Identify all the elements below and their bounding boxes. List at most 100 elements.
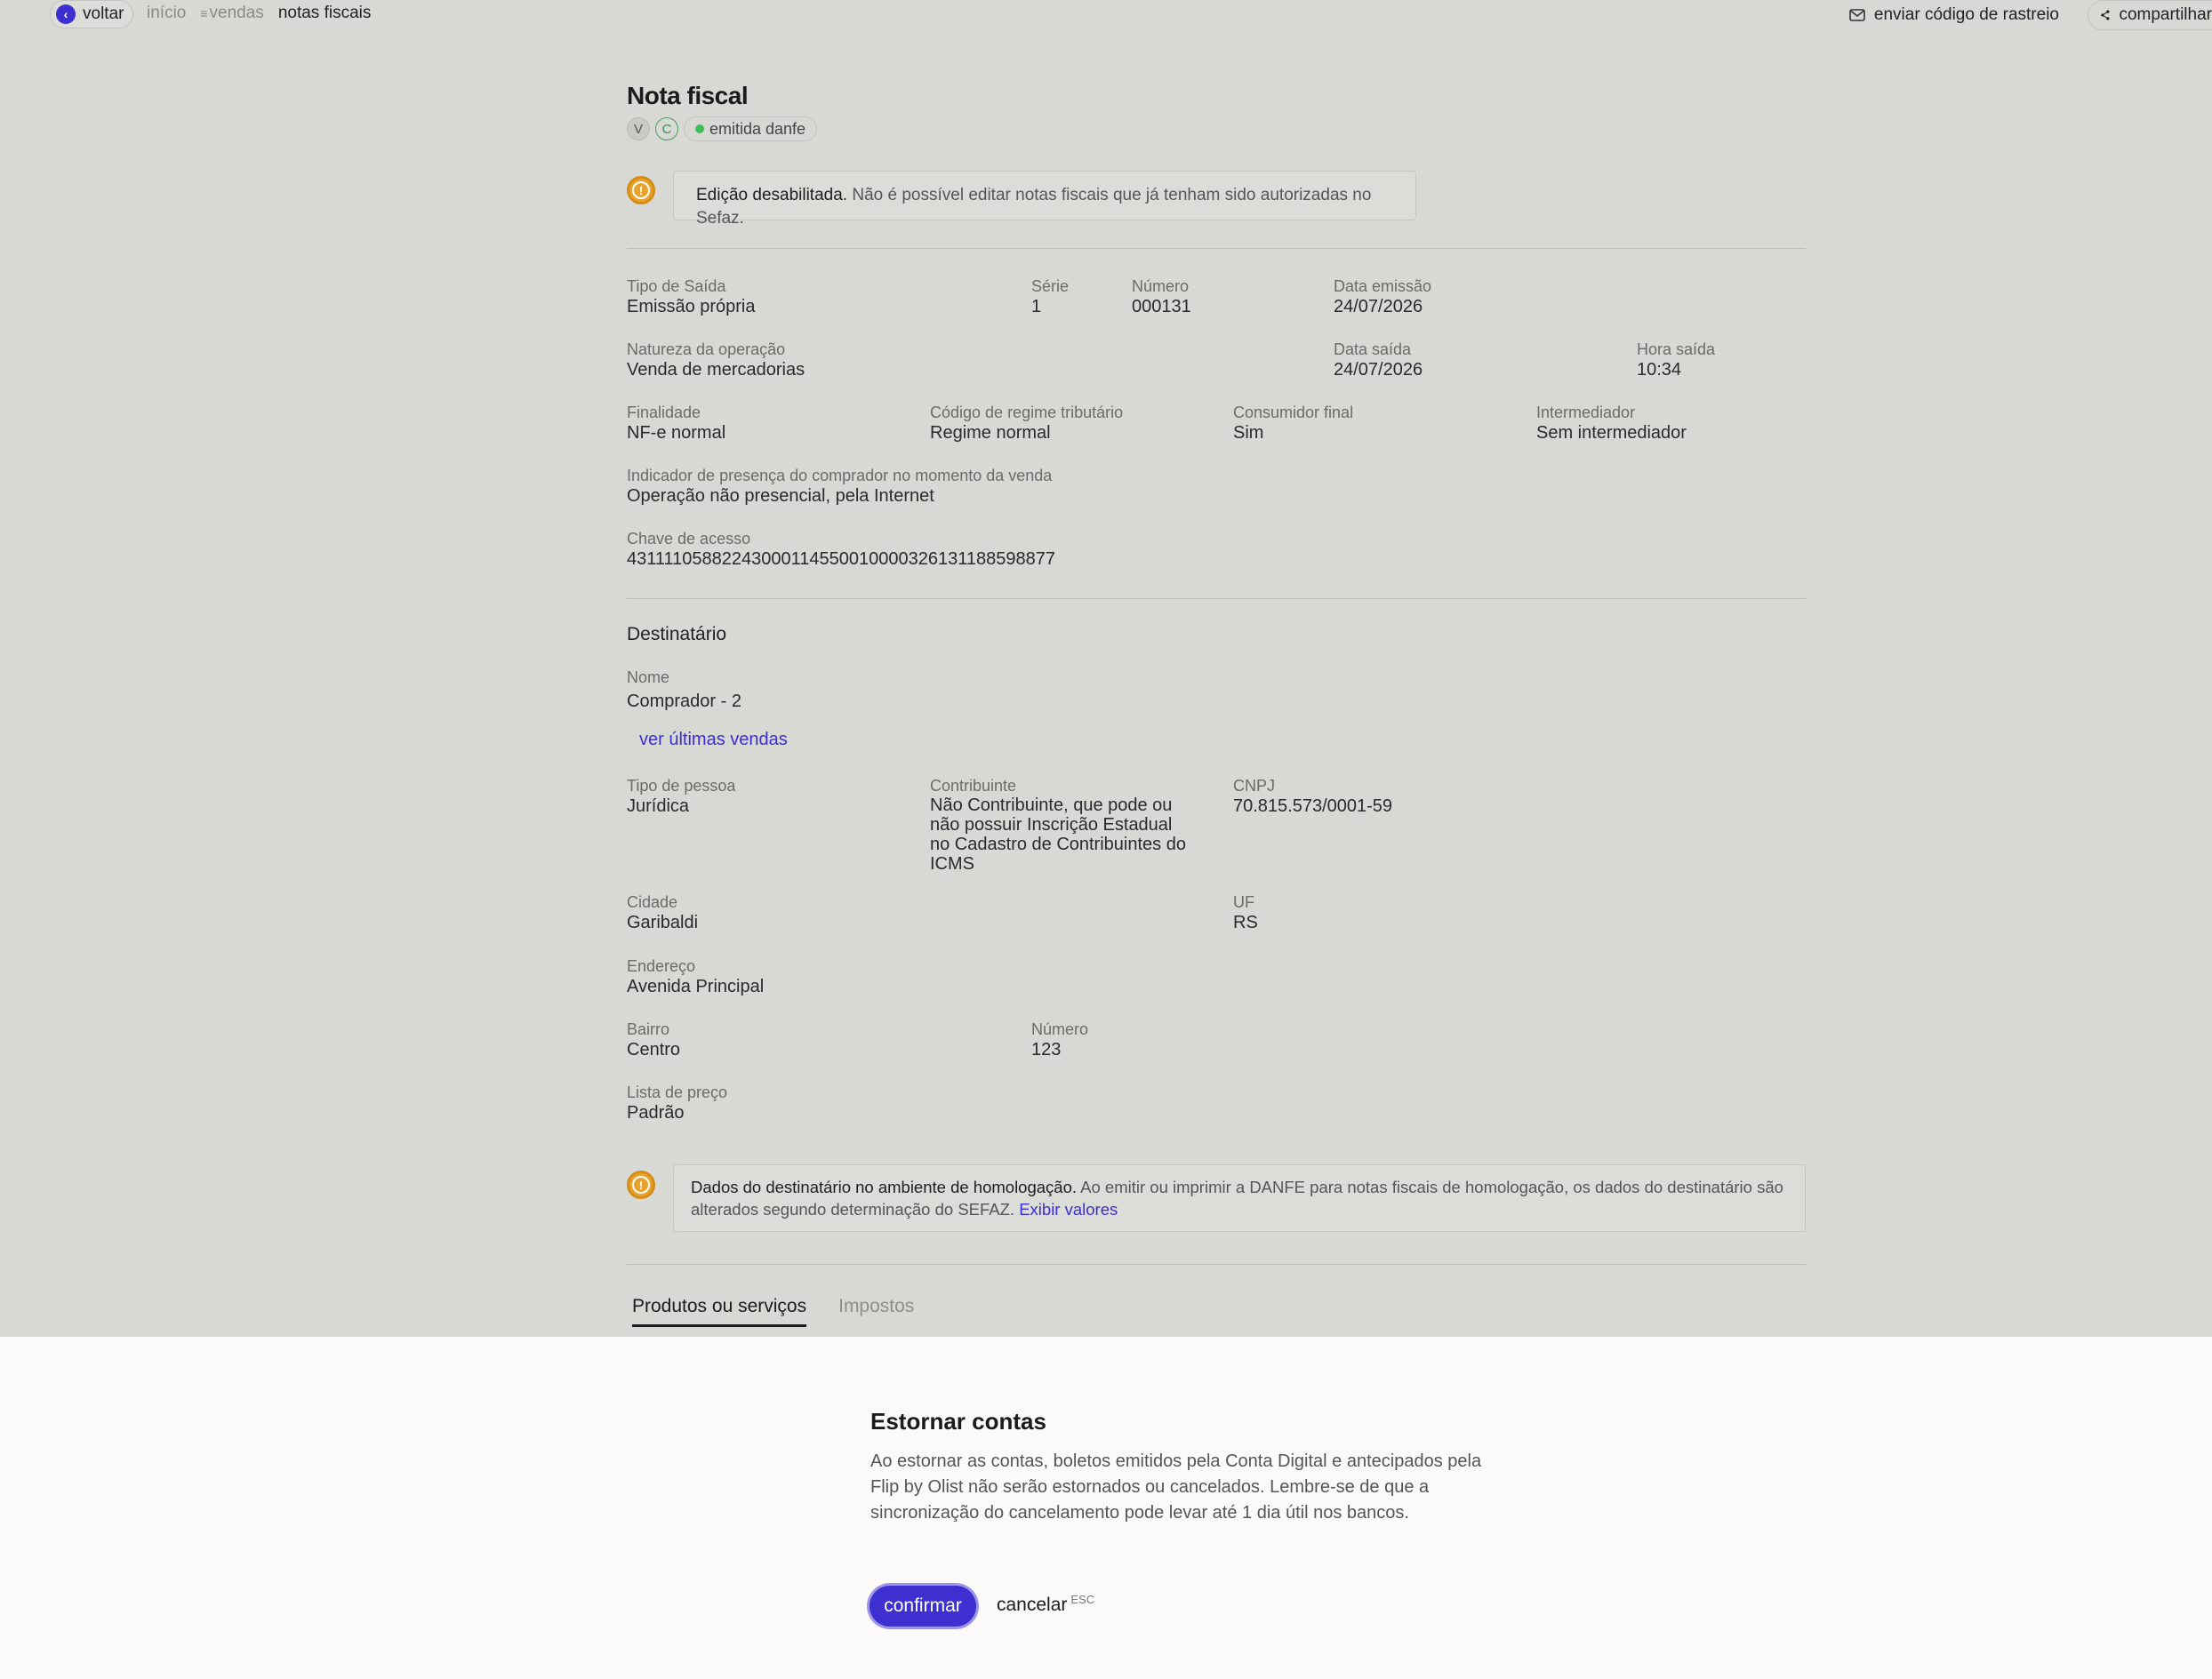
field-label: Consumidor final (1233, 404, 1354, 421)
field-contribuinte: Contribuinte Não Contribuinte, que pode … (930, 776, 1197, 874)
field-label: Código de regime tributário (930, 404, 1124, 421)
field-presenca: Indicador de presença do comprador no mo… (627, 466, 1052, 507)
chevron-left-icon: ‹ (56, 4, 76, 24)
cancel-button[interactable]: cancelar ESC (997, 1593, 1095, 1616)
field-label: Lista de preço (627, 1083, 728, 1101)
dialog-message: Ao estornar as contas, boletos emitidos … (870, 1451, 1482, 1523)
divider (627, 1264, 1806, 1265)
field-value: Emissão própria (627, 297, 756, 316)
back-label: voltar (83, 4, 124, 23)
field-tipo-saida: Tipo de Saída Emissão própria (627, 276, 756, 317)
dialog-title: Estornar contas (870, 1408, 1046, 1435)
field-finalidade: Finalidade NF-e normal (627, 403, 725, 444)
field-label: Finalidade (627, 404, 701, 421)
check-badge: C (655, 117, 678, 140)
field-label: Data saída (1334, 340, 1412, 358)
field-intermediador: Intermediador Sem intermediador (1536, 403, 1687, 444)
field-uf: UF RS (1233, 892, 1258, 933)
field-label: Tipo de pessoa (627, 777, 736, 795)
field-label: Chave de acesso (627, 530, 751, 548)
field-label: Número (1132, 277, 1190, 295)
field-value: Comprador - 2 (627, 692, 741, 711)
field-label: Data emissão (1334, 277, 1432, 295)
share-button[interactable]: compartilhar (2088, 0, 2212, 30)
tab-impostos[interactable]: Impostos (838, 1296, 914, 1327)
field-value: Garibaldi (627, 913, 699, 932)
field-label: Natureza da operação (627, 340, 786, 358)
field-label: Número (1031, 1020, 1089, 1038)
field-value: 70.815.573/0001-59 (1233, 796, 1393, 816)
field-value: 000131 (1132, 297, 1191, 316)
field-bairro: Bairro Centro (627, 1019, 680, 1060)
tab-produtos[interactable]: Produtos ou serviços (632, 1296, 807, 1327)
field-value: Padrão (627, 1103, 685, 1123)
estornar-contas-dialog: Estornar contas Ao estornar as contas, b… (0, 1337, 2212, 1679)
warning-icon: ! (627, 176, 655, 204)
mail-icon (1849, 9, 1865, 21)
esc-shortcut-hint: ESC (1070, 1593, 1095, 1606)
status-badges: V C emitida danfe (627, 116, 818, 141)
field-numero-endereco: Número 123 (1031, 1019, 1088, 1060)
field-value: Centro (627, 1040, 681, 1059)
field-label: CNPJ (1233, 777, 1276, 795)
field-cidade: Cidade Garibaldi (627, 892, 698, 933)
field-value: NF-e normal (627, 423, 726, 443)
field-label: Bairro (627, 1020, 670, 1038)
ver-ultimas-vendas-link[interactable]: ver últimas vendas (639, 730, 788, 750)
field-numero: Número 000131 (1132, 276, 1191, 317)
field-hora-saida: Hora saída 10:34 (1637, 340, 1715, 380)
field-label: Tipo de Saída (627, 277, 726, 295)
field-value: RS (1233, 913, 1258, 932)
status-label: emitida danfe (709, 119, 806, 138)
field-value: 4311110588224300011455001000032613118859… (627, 549, 1055, 569)
field-serie: Série 1 (1031, 276, 1069, 317)
divider (627, 248, 1806, 249)
field-label: Nome (627, 668, 670, 686)
field-label: UF (1233, 893, 1254, 911)
exibir-valores-link[interactable]: Exibir valores (1019, 1200, 1118, 1219)
field-data-saida: Data saída 24/07/2026 (1334, 340, 1423, 380)
field-label: Endereço (627, 957, 696, 975)
field-lista-preco: Lista de preço Padrão (627, 1083, 727, 1123)
top-actions: enviar código de rastreio compartilhar (1837, 0, 2212, 30)
version-badge: V (627, 117, 650, 140)
back-button[interactable]: ‹ voltar (50, 0, 134, 28)
field-cnpj: CNPJ 70.815.573/0001-59 (1233, 776, 1392, 817)
field-tipo-pessoa: Tipo de pessoa Jurídica (627, 776, 735, 817)
field-chave-acesso: Chave de acesso 431111058822430001145500… (627, 529, 1055, 570)
breadcrumb-current: notas fiscais (277, 4, 372, 22)
field-value: 10:34 (1637, 360, 1682, 380)
field-label: Intermediador (1536, 404, 1636, 421)
tabs: Produtos ou serviços Impostos (632, 1296, 914, 1327)
field-label: Cidade (627, 893, 678, 911)
status-badge: emitida danfe (684, 116, 818, 141)
breadcrumb-vendas-label: vendas (209, 4, 264, 22)
page-title: Nota fiscal (627, 82, 749, 109)
field-label: Contribuinte (930, 777, 1017, 795)
homologacao-alert: Dados do destinatário no ambiente de hom… (673, 1164, 1806, 1232)
field-value: Avenida Principal (627, 977, 765, 996)
divider (627, 598, 1806, 599)
share-icon (2101, 10, 2110, 20)
section-title-destinatario: Destinatário (627, 624, 727, 644)
breadcrumb-inicio[interactable]: início (147, 4, 186, 23)
top-bar: ‹ voltar início ≡ vendas notas fiscais en… (0, 0, 2212, 30)
alert-homolog-title: Dados do destinatário no ambiente de hom… (691, 1178, 1078, 1196)
field-value: Não Contribuinte, que pode ou não possui… (930, 796, 1186, 874)
breadcrumb: início ≡ vendas notas fiscais (147, 4, 371, 23)
field-value: Regime normal (930, 423, 1051, 443)
field-consumidor: Consumidor final Sim (1233, 403, 1353, 444)
confirm-button[interactable]: confirmar (870, 1586, 976, 1627)
breadcrumb-vendas[interactable]: ≡ vendas (200, 4, 263, 23)
field-value: Venda de mercadorias (627, 360, 805, 380)
field-natureza: Natureza da operação Venda de mercadoria… (627, 340, 805, 380)
field-label: Indicador de presença do comprador no mo… (627, 467, 1053, 484)
status-dot-icon (695, 124, 704, 133)
field-nome: Nome Comprador - 2 (627, 668, 741, 712)
field-value: 1 (1031, 297, 1042, 316)
field-label: Série (1031, 277, 1070, 295)
field-value: 123 (1031, 1040, 1062, 1059)
field-data-emissao: Data emissão 24/07/2026 (1334, 276, 1431, 317)
send-tracking-button[interactable]: enviar código de rastreio (1837, 0, 2072, 30)
share-label: compartilhar (2119, 5, 2212, 24)
